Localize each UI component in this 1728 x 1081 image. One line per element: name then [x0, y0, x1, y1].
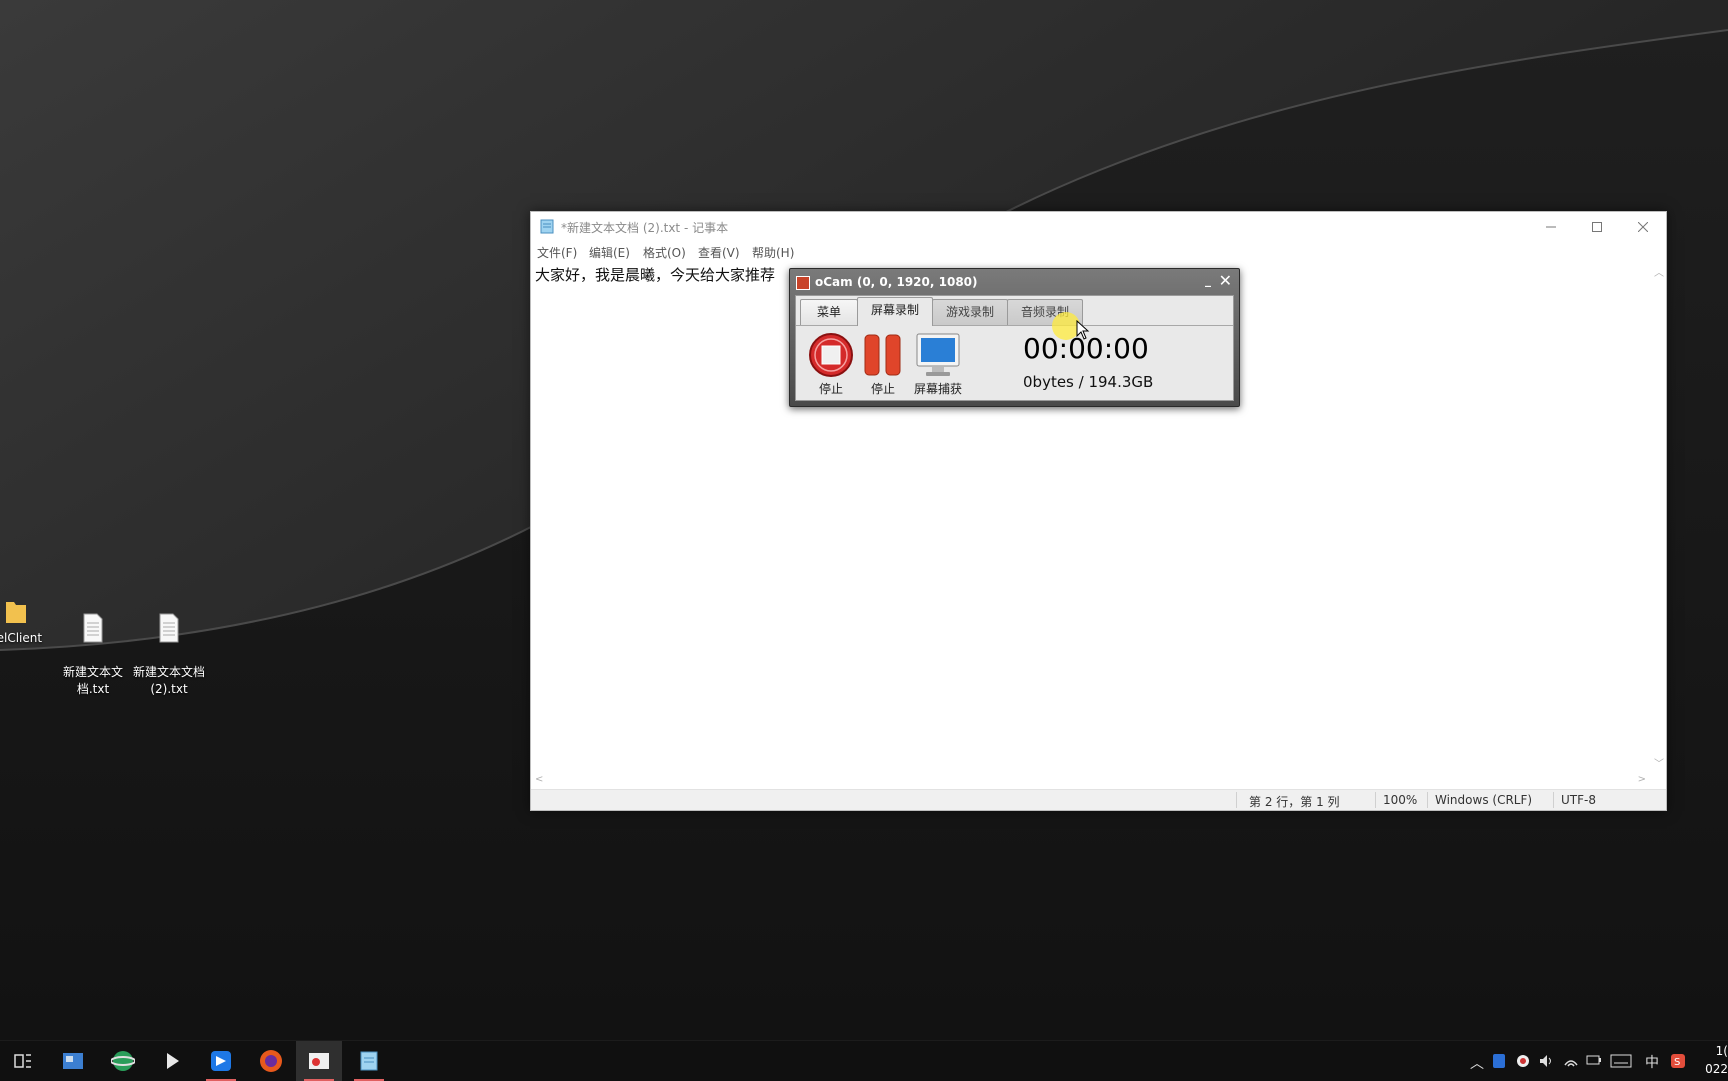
desktop-icon-label: 新建文本文 档.txt — [62, 665, 123, 696]
stop-label: 停止 — [818, 382, 843, 396]
taskbar-app-remote[interactable] — [50, 1041, 96, 1081]
sogou-input-icon[interactable]: S — [1670, 1053, 1686, 1069]
desktop: xelClient 新建文本文 档.txt 新建文本文档 (2).txt *新建… — [0, 0, 1728, 1040]
scroll-up-icon[interactable]: ︿ — [1654, 264, 1664, 279]
task-view-icon — [14, 1054, 31, 1068]
editor-text: 大家好，我是晨曦，今天给大家推荐 — [535, 266, 776, 284]
scroll-down-icon[interactable]: ﹀ — [1654, 755, 1664, 770]
ocam-app-icon — [796, 276, 810, 290]
ocam-close-button[interactable]: ✕ — [1219, 271, 1232, 290]
status-line-ending: Windows (CRLF) — [1435, 793, 1533, 807]
scroll-left-icon[interactable]: < — [535, 774, 543, 785]
desktop-icon-txt1[interactable]: 新建文本文 档.txt — [55, 596, 131, 715]
status-zoom: 100% — [1383, 793, 1418, 807]
show-hidden-icons-button[interactable]: ︿ — [1470, 1053, 1484, 1073]
vertical-scrollbar[interactable]: ︿ ﹀ — [1650, 262, 1666, 772]
ocam-body: 菜单 屏幕录制 游戏录制 音频录制 停止 停止 屏幕捕获 00:00:00 0b… — [795, 295, 1234, 401]
mouse-cursor-icon — [1076, 320, 1090, 340]
close-icon — [1638, 222, 1648, 232]
taskbar-app-ocam[interactable] — [296, 1041, 342, 1081]
security-shield-icon[interactable] — [1492, 1053, 1506, 1069]
stop-record-icon — [809, 333, 853, 377]
pause-icon — [864, 334, 901, 376]
menu-format[interactable]: 格式(O) — [643, 244, 686, 261]
ocam-taskbar-icon — [309, 1053, 329, 1069]
menu-bar: 文件(F) 编辑(E) 格式(O) 查看(V) 帮助(H) — [531, 242, 1666, 262]
menu-help[interactable]: 帮助(H) — [752, 244, 794, 261]
taskbar: ︿ 中 S 1( 2022 — [0, 1040, 1728, 1081]
clock[interactable]: 1( 2022 — [1704, 1041, 1728, 1081]
notepad-taskbar-icon — [360, 1051, 378, 1071]
maximize-button[interactable] — [1574, 212, 1620, 242]
taskbar-app-arrow[interactable] — [150, 1041, 196, 1081]
status-divider — [1427, 792, 1428, 808]
firefox-icon — [260, 1050, 282, 1072]
desktop-icon-label: xelClient — [0, 631, 43, 645]
clock-date: 2022 — [1704, 1062, 1728, 1076]
scroll-right-icon[interactable]: > — [1638, 774, 1646, 785]
task-view-button[interactable] — [0, 1041, 46, 1081]
ocam-panel: 停止 停止 屏幕捕获 00:00:00 0bytes / 194.3GB — [796, 325, 1233, 400]
text-file-icon — [159, 613, 179, 643]
ime-indicator[interactable]: 中 — [1645, 1052, 1659, 1072]
status-divider — [1236, 792, 1237, 808]
desktop-icon-label: 新建文本文档 (2).txt — [132, 665, 205, 696]
ocam-titlebar[interactable]: oCam (0, 0, 1920, 1080) _ ✕ — [790, 269, 1239, 295]
ocam-minimize-button[interactable]: _ — [1205, 273, 1211, 287]
keyboard-icon[interactable] — [1610, 1054, 1632, 1068]
remote-desktop-icon — [63, 1053, 83, 1069]
notepad-title: *新建文本文档 (2).txt - 记事本 — [561, 221, 729, 235]
menu-view[interactable]: 查看(V) — [698, 244, 740, 261]
feishu-icon — [211, 1051, 231, 1071]
tab-game-recording[interactable]: 游戏录制 — [932, 299, 1008, 326]
tab-screen-recording[interactable]: 屏幕录制 — [857, 297, 933, 326]
maximize-icon — [1592, 222, 1602, 232]
notepad-icon — [540, 219, 554, 234]
volume-icon[interactable] — [1538, 1053, 1554, 1069]
pointer-app-icon — [167, 1053, 179, 1069]
minimize-icon — [1546, 226, 1556, 228]
ocam-title: oCam (0, 0, 1920, 1080) — [815, 275, 978, 289]
close-button[interactable] — [1620, 212, 1666, 242]
globe-icon — [111, 1051, 135, 1071]
text-file-icon — [83, 613, 103, 643]
wifi-icon[interactable] — [1563, 1053, 1579, 1069]
clock-time: 1( — [1715, 1044, 1728, 1058]
stop-button[interactable]: 停止 — [808, 332, 854, 397]
menu-file[interactable]: 文件(F) — [537, 244, 577, 261]
notepad-titlebar[interactable]: *新建文本文档 (2).txt - 记事本 — [531, 212, 1666, 242]
status-encoding: UTF-8 — [1561, 793, 1596, 807]
monitor-icon — [916, 333, 960, 376]
tab-menu[interactable]: 菜单 — [800, 299, 858, 326]
pause-label: 停止 — [870, 382, 895, 396]
screen-capture-label: 屏幕捕获 — [913, 382, 962, 396]
menu-edit[interactable]: 编辑(E) — [589, 244, 630, 261]
status-cursor-position: 第 2 行，第 1 列 — [1249, 795, 1340, 809]
desktop-icon-xelclient[interactable]: xelClient — [0, 596, 54, 647]
status-divider — [1553, 792, 1554, 808]
taskbar-app-firefox[interactable] — [248, 1041, 294, 1081]
svg-text:S: S — [1674, 1057, 1680, 1068]
taskbar-app-feishu[interactable] — [198, 1041, 244, 1081]
status-bar: 第 2 行，第 1 列 100% Windows (CRLF) UTF-8 — [531, 789, 1666, 810]
folder-icon — [6, 602, 26, 623]
taskbar-app-browser[interactable] — [100, 1041, 146, 1081]
horizontal-scrollbar[interactable]: < > — [531, 772, 1650, 790]
battery-icon[interactable] — [1586, 1054, 1602, 1066]
ocam-window: oCam (0, 0, 1920, 1080) _ ✕ 菜单 屏幕录制 游戏录制… — [789, 268, 1240, 407]
screen-capture-button[interactable]: 屏幕捕获 — [908, 332, 968, 397]
recording-size: 0bytes / 194.3GB — [1023, 373, 1154, 391]
minimize-button[interactable] — [1528, 212, 1574, 242]
status-divider — [1375, 792, 1376, 808]
qq-icon[interactable] — [1515, 1053, 1531, 1069]
taskbar-app-notepad[interactable] — [346, 1041, 392, 1081]
pause-button[interactable]: 停止 — [862, 332, 904, 397]
desktop-icon-txt2[interactable]: 新建文本文档 (2).txt — [131, 596, 207, 715]
